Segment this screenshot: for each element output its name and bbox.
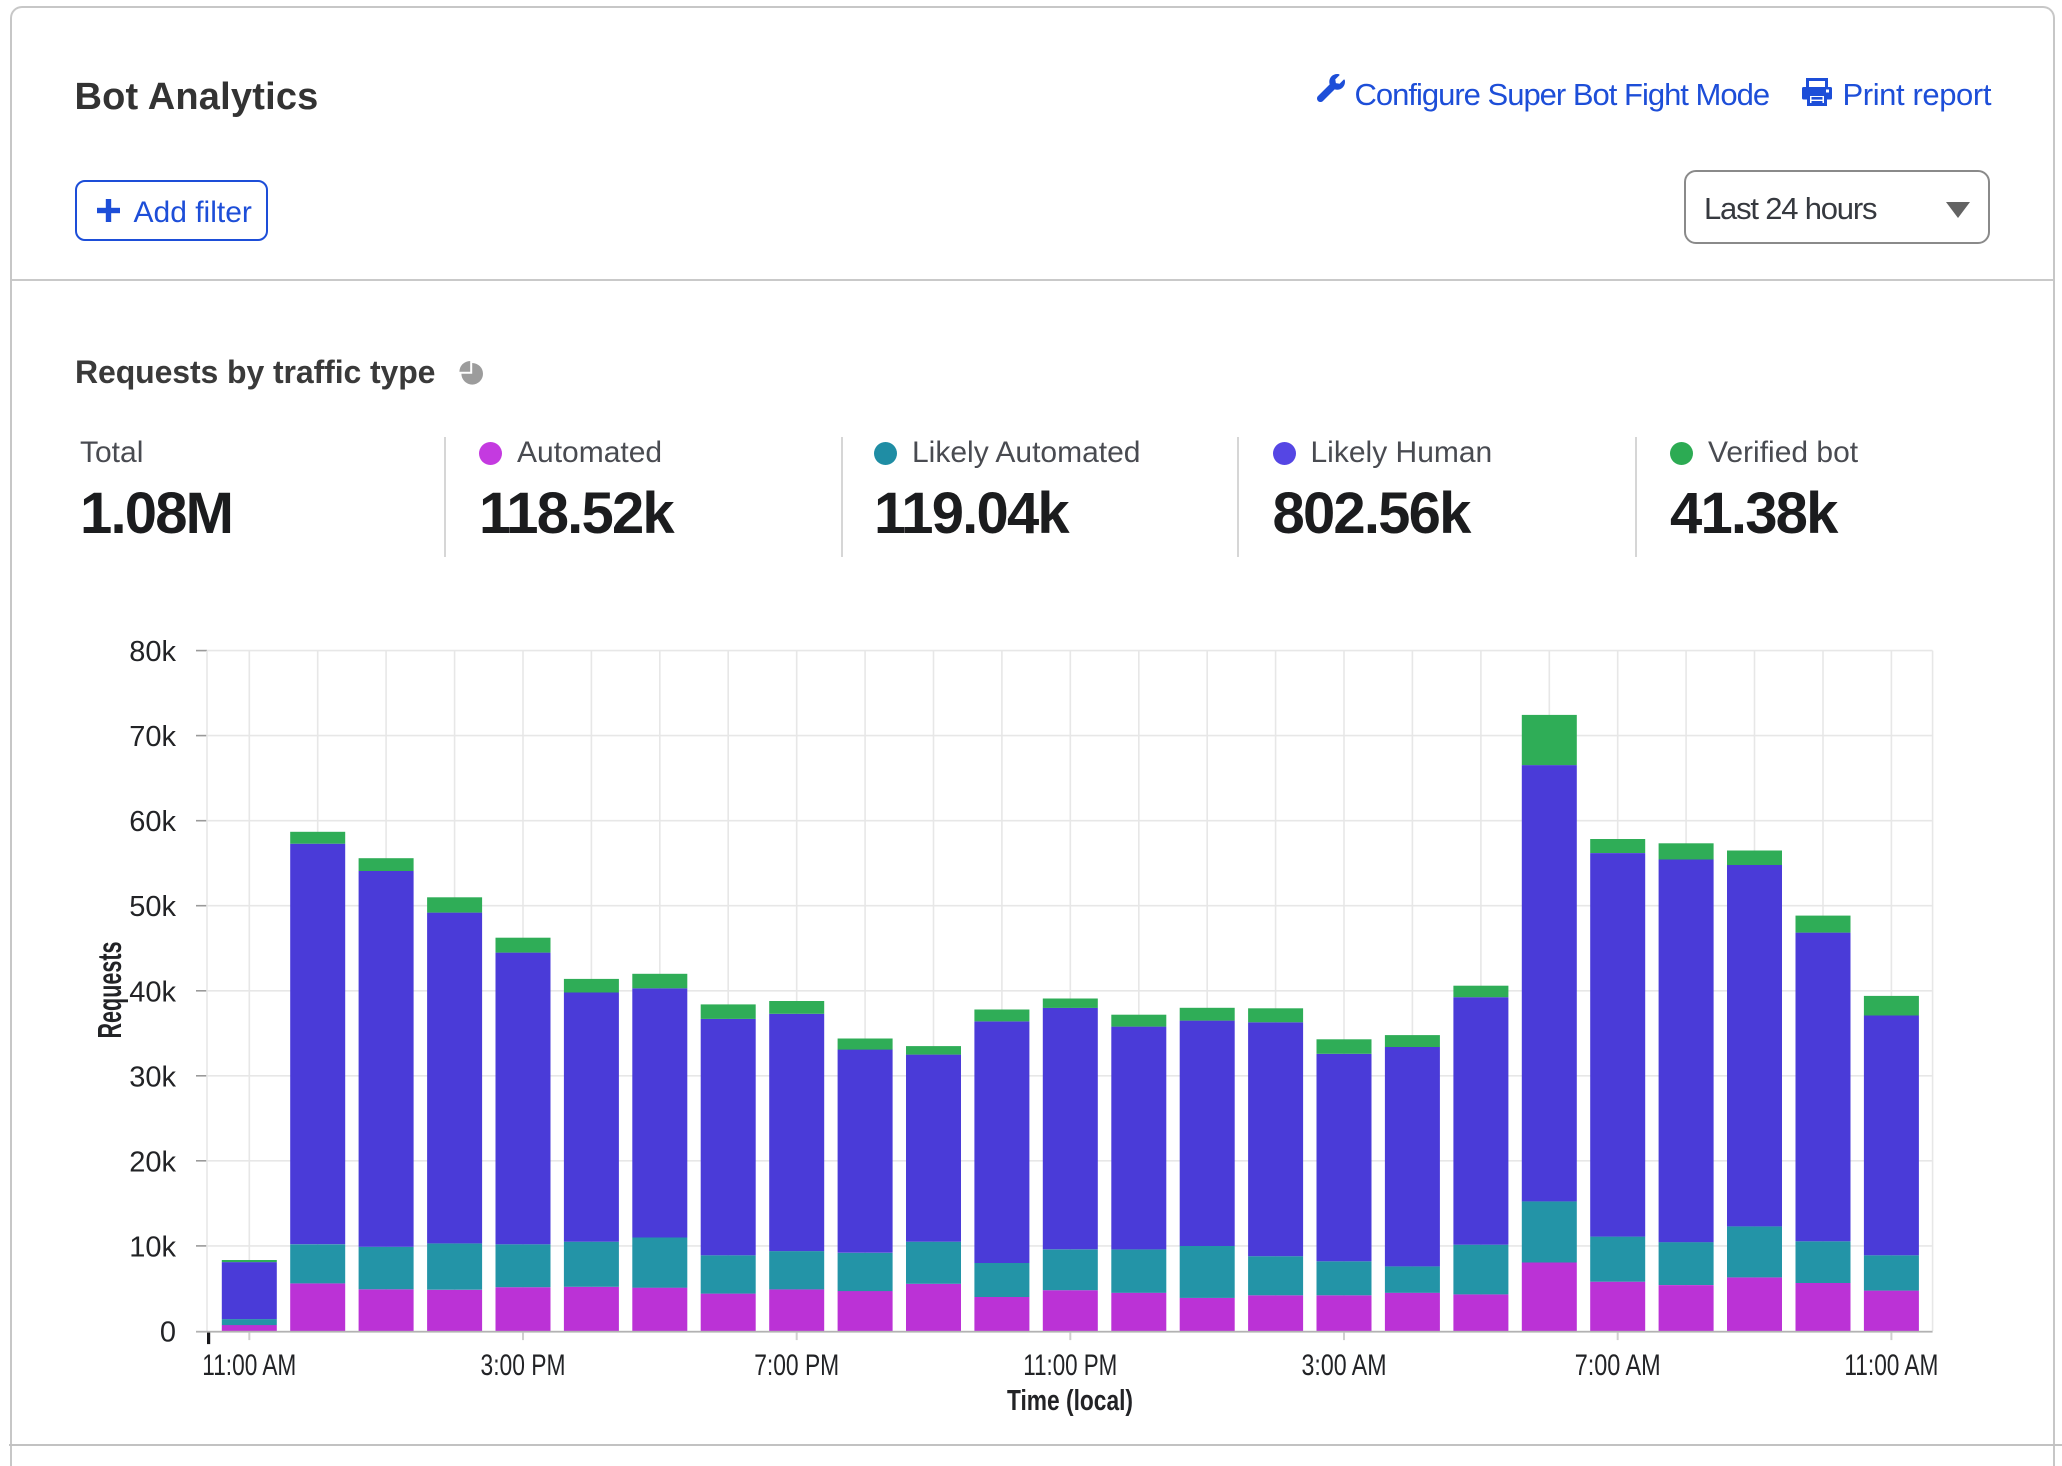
svg-text:30k: 30k [129, 1061, 176, 1093]
svg-text:70k: 70k [129, 721, 176, 753]
svg-text:11:00 PM: 11:00 PM [1023, 1349, 1117, 1382]
svg-text:20k: 20k [129, 1146, 176, 1178]
svg-text:3:00 PM: 3:00 PM [481, 1349, 566, 1382]
svg-text:40k: 40k [129, 976, 176, 1008]
svg-text:80k: 80k [129, 636, 176, 668]
svg-text:Time (local): Time (local) [1007, 1385, 1133, 1417]
svg-text:50k: 50k [129, 891, 176, 923]
svg-text:10k: 10k [129, 1231, 176, 1263]
svg-text:11:00 AM: 11:00 AM [1844, 1349, 1938, 1382]
svg-text:7:00 PM: 7:00 PM [754, 1349, 839, 1382]
svg-text:Requests: Requests [91, 942, 128, 1039]
svg-text:0: 0 [160, 1316, 176, 1348]
svg-text:3:00 AM: 3:00 AM [1302, 1349, 1387, 1382]
svg-text:11:00 AM: 11:00 AM [202, 1349, 296, 1382]
svg-text:7:00 AM: 7:00 AM [1575, 1349, 1661, 1382]
svg-text:60k: 60k [129, 806, 176, 838]
